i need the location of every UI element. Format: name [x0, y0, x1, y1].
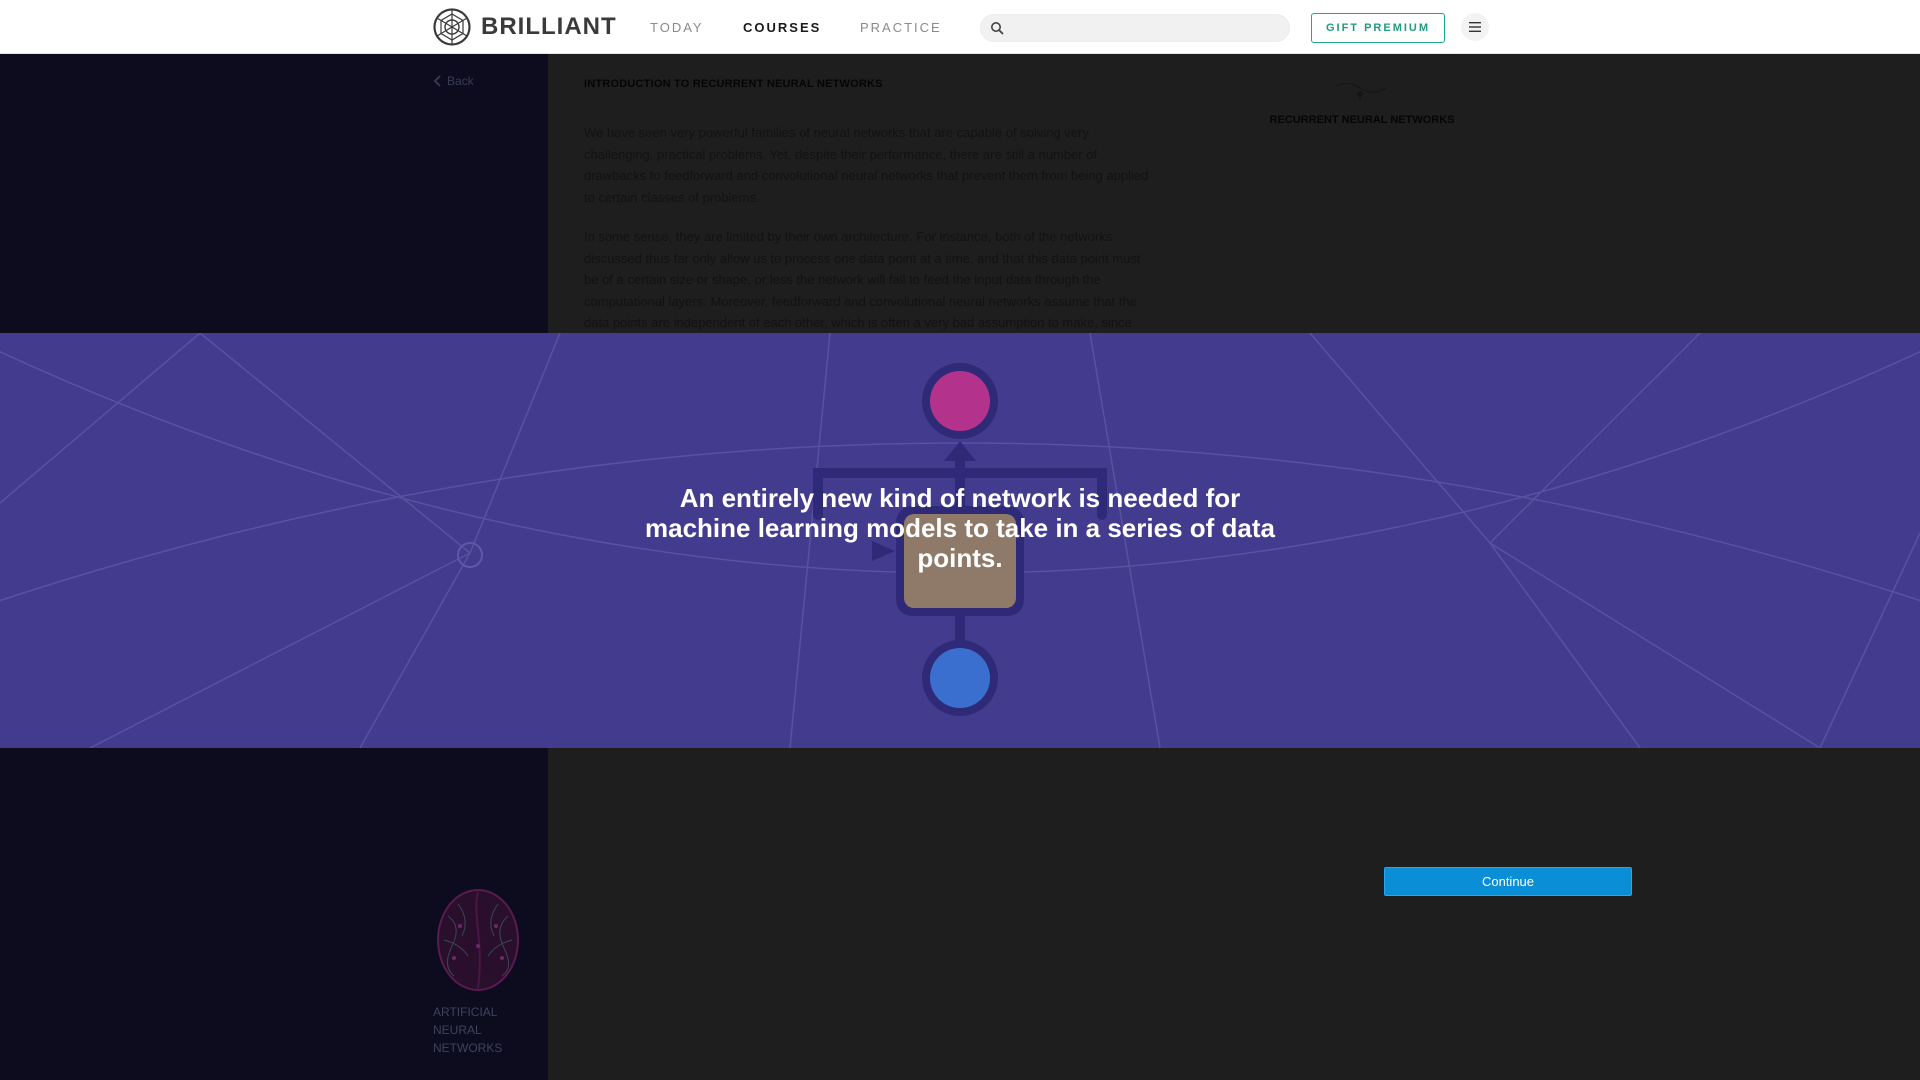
related-course-label: RECURRENT NEURAL NETWORKS: [1269, 114, 1455, 126]
back-link[interactable]: Back: [433, 74, 474, 88]
hamburger-menu-icon: [1469, 22, 1481, 32]
chapter-title: INTRODUCTION TO RECURRENT NEURAL NETWORK…: [584, 78, 883, 90]
lesson-paragraph: In some sense, they are limited by their…: [584, 229, 1141, 330]
brain-course-icon[interactable]: [432, 886, 524, 994]
back-label: Back: [447, 74, 474, 88]
brilliant-logo[interactable]: BRILLIANT: [433, 8, 617, 46]
interstitial-message: An entirely new kind of network is neede…: [645, 483, 1275, 573]
rnn-thumbnail-icon: [1335, 82, 1387, 102]
chevron-left-icon: [433, 75, 441, 87]
lesson-paragraph: We have seen very powerful families of n…: [584, 125, 1149, 205]
search-bar: [980, 14, 1290, 43]
brand-name: BRILLIANT: [481, 13, 617, 40]
search-icon: [991, 22, 1004, 35]
nav-courses[interactable]: COURSES: [743, 0, 821, 54]
brilliant-logo-icon: [433, 8, 471, 46]
gift-premium-button[interactable]: GIFT PREMIUM: [1311, 13, 1445, 43]
continue-button[interactable]: Continue: [1384, 867, 1632, 896]
top-navigation-bar: BRILLIANT TODAY COURSES PRACTICE GIFT PR…: [0, 0, 1920, 54]
nav-practice[interactable]: PRACTICE: [860, 0, 942, 54]
search-input[interactable]: [1011, 15, 1285, 43]
menu-button[interactable]: [1461, 13, 1489, 41]
course-title[interactable]: ARTIFICIAL NEURAL NETWORKS: [433, 1003, 523, 1057]
interstitial-banner: An entirely new kind of network is neede…: [0, 333, 1920, 748]
nav-today[interactable]: TODAY: [650, 0, 704, 54]
